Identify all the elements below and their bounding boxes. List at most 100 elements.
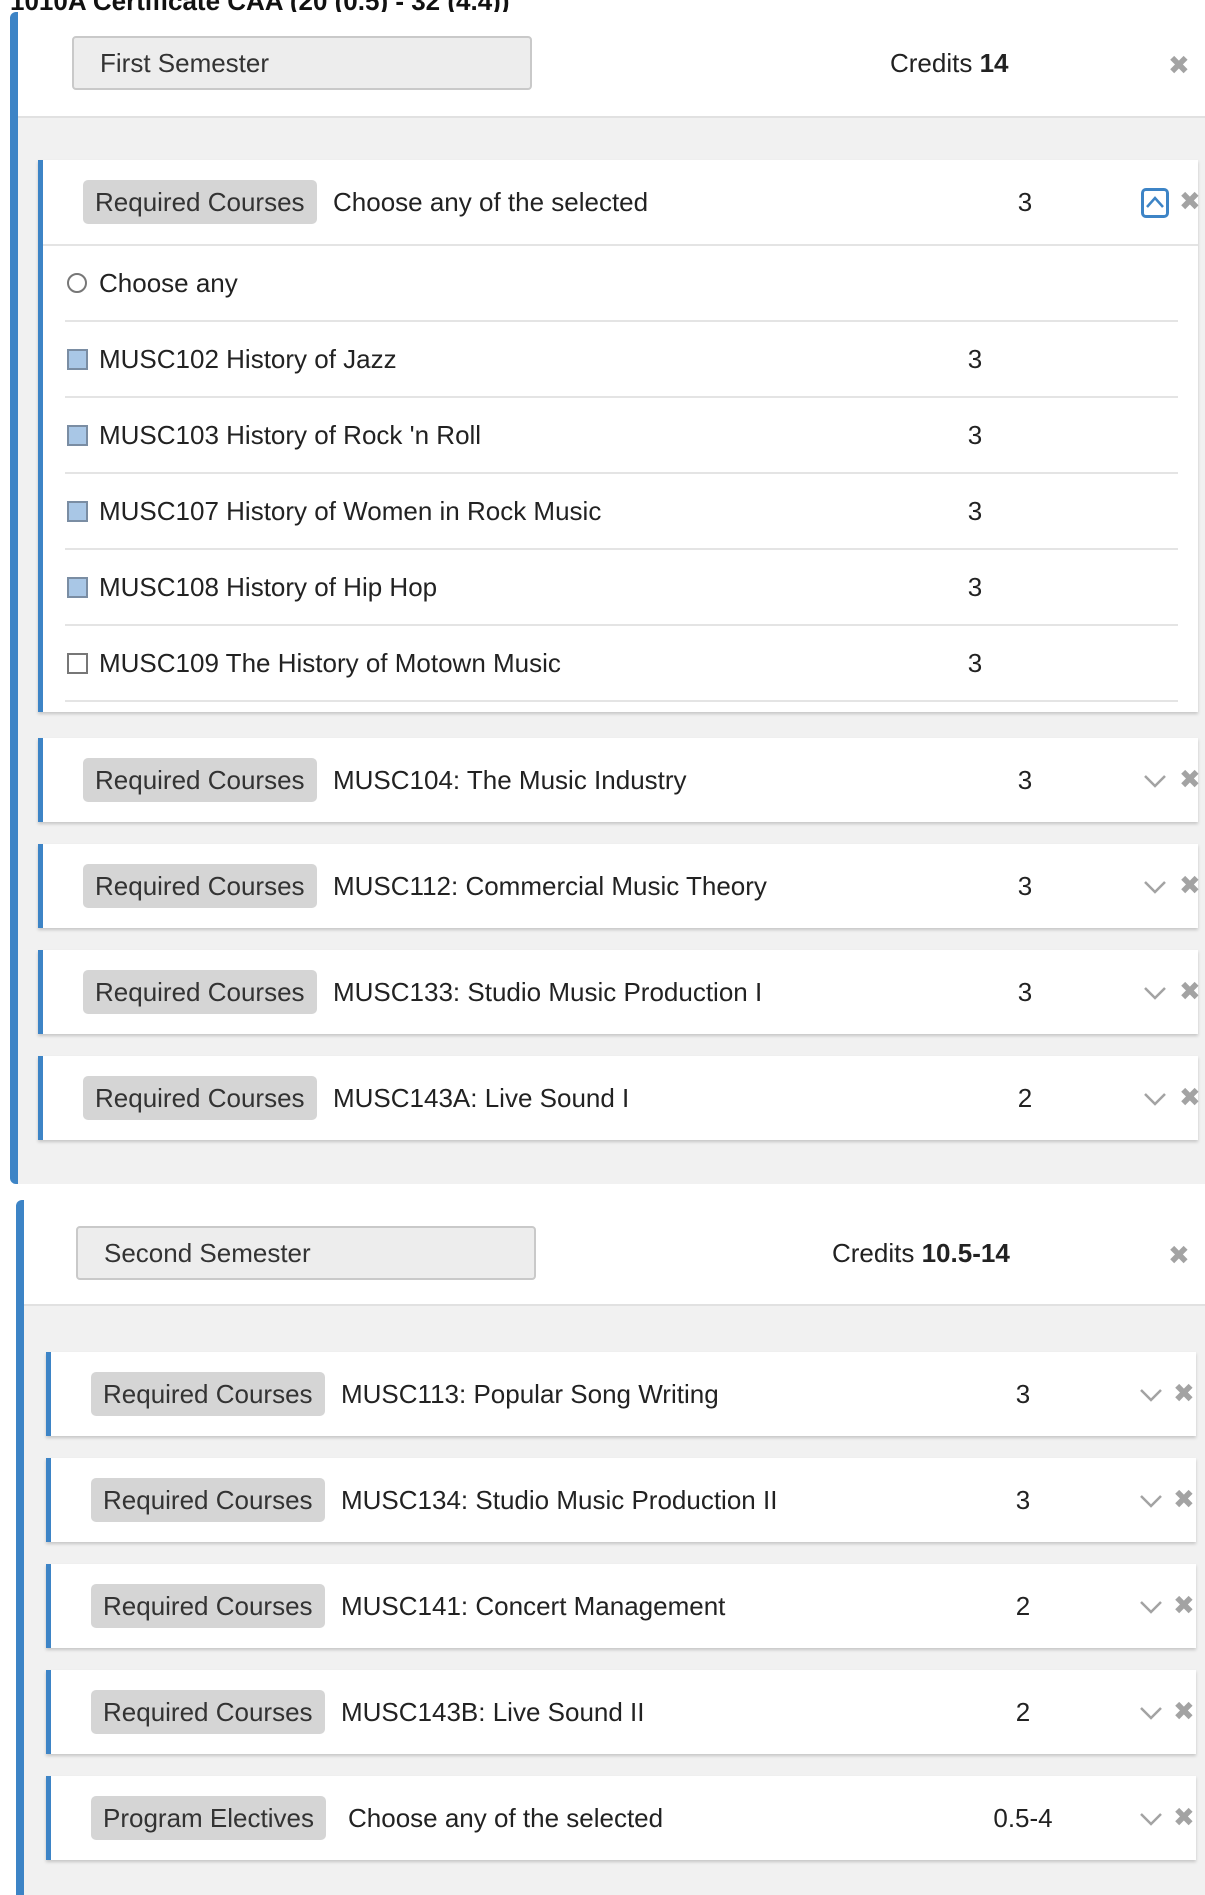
course-option-label: MUSC109 The History of Motown Music	[99, 648, 561, 678]
semester-first: First Semester Credits 14 ✖ Required Cou…	[10, 12, 1205, 1184]
course-option-credits: 3	[967, 648, 983, 678]
course-block[interactable]: Required Courses MUSC133: Studio Music P…	[38, 950, 1201, 1034]
block-header: Required Courses MUSC143A: Live Sound I …	[43, 1056, 1201, 1140]
block-title: Choose any of the selected	[333, 187, 649, 217]
remove-block-close-icon[interactable]: ✖	[1173, 1804, 1195, 1830]
course-option-row[interactable]: MUSC107 History of Women in Rock Music 3	[65, 474, 1178, 550]
block-header: Program Electives Choose any of the sele…	[51, 1776, 1196, 1860]
block-credits: 0.5-4	[993, 1803, 1053, 1833]
block-title: MUSC143A: Live Sound I	[333, 1083, 630, 1113]
block-type-tag: Required Courses	[91, 1584, 325, 1628]
course-option-credits: 3	[967, 420, 983, 450]
course-block[interactable]: Required Courses MUSC141: Concert Manage…	[46, 1564, 1196, 1648]
expand-chevron-down-icon[interactable]	[1137, 1490, 1165, 1512]
course-option-label: MUSC107 History of Women in Rock Music	[99, 496, 602, 526]
course-option-row[interactable]: MUSC109 The History of Motown Music 3	[65, 626, 1178, 702]
block-title: MUSC143B: Live Sound II	[341, 1697, 645, 1727]
semester-header: First Semester Credits 14 ✖	[18, 12, 1205, 118]
course-option-list: Choose any MUSC102 History of Jazz 3 MUS…	[43, 244, 1198, 724]
expand-chevron-down-icon[interactable]	[1141, 770, 1169, 792]
remove-block-close-icon[interactable]: ✖	[1179, 188, 1201, 214]
block-header: Required Courses MUSC141: Concert Manage…	[51, 1564, 1196, 1648]
expand-chevron-down-icon[interactable]	[1137, 1384, 1165, 1406]
semester-name-field[interactable]: First Semester	[72, 36, 532, 90]
collapse-chevron-up-icon[interactable]	[1141, 188, 1169, 218]
block-credits: 3	[1017, 187, 1033, 217]
course-option-credits: 3	[967, 572, 983, 602]
remove-block-close-icon[interactable]: ✖	[1173, 1380, 1195, 1406]
course-block[interactable]: Required Courses MUSC113: Popular Song W…	[46, 1352, 1196, 1436]
block-credits: 3	[1017, 871, 1033, 901]
block-type-tag: Required Courses	[91, 1372, 325, 1416]
credits-value: 14	[979, 48, 1009, 78]
course-option-credits: 3	[967, 496, 983, 526]
block-title: MUSC133: Studio Music Production I	[333, 977, 763, 1007]
expand-chevron-down-icon[interactable]	[1137, 1702, 1165, 1724]
course-checkbox[interactable]	[67, 349, 88, 370]
expand-chevron-down-icon[interactable]	[1141, 876, 1169, 898]
course-block-expanded: Required Courses Choose any of the selec…	[38, 160, 1201, 712]
course-option-row[interactable]: MUSC108 History of Hip Hop 3	[65, 550, 1178, 626]
semester-header: Second Semester Credits 10.5-14 ✖	[24, 1200, 1205, 1306]
choose-any-label: Choose any	[99, 268, 238, 298]
semester-second: Second Semester Credits 10.5-14 ✖ Requir…	[16, 1200, 1205, 1895]
block-title: MUSC134: Studio Music Production II	[341, 1485, 778, 1515]
block-header: Required Courses MUSC104: The Music Indu…	[43, 738, 1201, 822]
block-title: Choose any of the selected	[348, 1803, 664, 1833]
block-header: Required Courses MUSC134: Studio Music P…	[51, 1458, 1196, 1542]
course-checkbox[interactable]	[67, 653, 88, 674]
remove-semester-close-icon[interactable]: ✖	[1168, 52, 1190, 78]
expand-chevron-down-icon[interactable]	[1141, 982, 1169, 1004]
block-type-tag: Required Courses	[83, 758, 317, 802]
credits-value: 10.5-14	[921, 1238, 1010, 1268]
course-option-row[interactable]: MUSC103 History of Rock 'n Roll 3	[65, 398, 1178, 474]
course-option-label: MUSC102 History of Jazz	[99, 344, 397, 374]
remove-block-close-icon[interactable]: ✖	[1179, 872, 1201, 898]
block-header: Required Courses Choose any of the selec…	[43, 160, 1201, 244]
expand-chevron-down-icon[interactable]	[1137, 1596, 1165, 1618]
block-type-tag: Required Courses	[83, 180, 317, 224]
block-header: Required Courses MUSC113: Popular Song W…	[51, 1352, 1196, 1436]
remove-semester-close-icon[interactable]: ✖	[1168, 1242, 1190, 1268]
block-credits: 2	[1015, 1697, 1031, 1727]
course-block[interactable]: Required Courses MUSC143B: Live Sound II…	[46, 1670, 1196, 1754]
block-credits: 3	[1017, 765, 1033, 795]
block-type-tag: Program Electives	[91, 1796, 326, 1840]
semester-credits: Credits 10.5-14	[832, 1238, 1010, 1269]
credits-label: Credits	[890, 48, 973, 78]
course-option-label: MUSC103 History of Rock 'n Roll	[99, 420, 482, 450]
course-block[interactable]: Required Courses MUSC134: Studio Music P…	[46, 1458, 1196, 1542]
choose-any-row[interactable]: Choose any	[65, 246, 1178, 322]
choose-any-radio[interactable]	[67, 273, 87, 293]
course-checkbox[interactable]	[67, 501, 88, 522]
credits-label: Credits	[832, 1238, 915, 1268]
block-title: MUSC112: Commercial Music Theory	[333, 871, 767, 901]
block-credits: 3	[1015, 1379, 1031, 1409]
block-type-tag: Required Courses	[91, 1690, 325, 1734]
block-header: Required Courses MUSC112: Commercial Mus…	[43, 844, 1201, 928]
remove-block-close-icon[interactable]: ✖	[1173, 1698, 1195, 1724]
course-block[interactable]: Required Courses MUSC112: Commercial Mus…	[38, 844, 1201, 928]
remove-block-close-icon[interactable]: ✖	[1179, 978, 1201, 1004]
course-block[interactable]: Program Electives Choose any of the sele…	[46, 1776, 1196, 1860]
remove-block-close-icon[interactable]: ✖	[1179, 1084, 1201, 1110]
course-checkbox[interactable]	[67, 577, 88, 598]
course-option-credits: 3	[967, 344, 983, 374]
course-block[interactable]: Required Courses MUSC104: The Music Indu…	[38, 738, 1201, 822]
course-option-row[interactable]: MUSC102 History of Jazz 3	[65, 322, 1178, 398]
semester-credits: Credits 14	[890, 48, 1009, 79]
course-checkbox[interactable]	[67, 425, 88, 446]
block-title: MUSC113: Popular Song Writing	[341, 1379, 719, 1409]
block-type-tag: Required Courses	[91, 1478, 325, 1522]
remove-block-close-icon[interactable]: ✖	[1173, 1486, 1195, 1512]
expand-chevron-down-icon[interactable]	[1141, 1088, 1169, 1110]
expand-chevron-down-icon[interactable]	[1137, 1808, 1165, 1830]
semester-name-field[interactable]: Second Semester	[76, 1226, 536, 1280]
remove-block-close-icon[interactable]: ✖	[1173, 1592, 1195, 1618]
block-credits: 2	[1017, 1083, 1033, 1113]
block-header: Required Courses MUSC143B: Live Sound II…	[51, 1670, 1196, 1754]
remove-block-close-icon[interactable]: ✖	[1179, 766, 1201, 792]
block-type-tag: Required Courses	[83, 970, 317, 1014]
course-option-label: MUSC108 History of Hip Hop	[99, 572, 438, 602]
course-block[interactable]: Required Courses MUSC143A: Live Sound I …	[38, 1056, 1201, 1140]
